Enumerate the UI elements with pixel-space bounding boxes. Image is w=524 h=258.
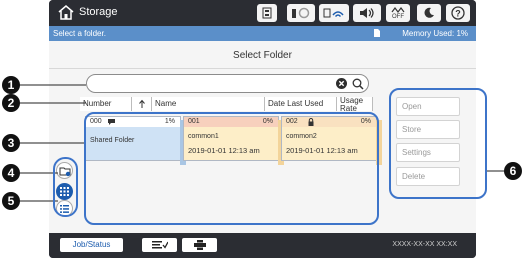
printer-status-button[interactable] (182, 238, 217, 252)
volume-icon[interactable] (353, 4, 381, 22)
comment-icon (108, 119, 115, 125)
sort-ascending-icon (139, 99, 145, 108)
folder-name: common1 (188, 133, 219, 140)
folder-tile-001[interactable]: 001 0% common1 2019-01-01 12:13 am (183, 116, 284, 165)
main-content: Select Folder Number Name Date Last Used… (49, 41, 476, 233)
folder-date: 2019-01-01 12:13 am (286, 146, 358, 155)
help-icon[interactable]: ? (446, 4, 470, 22)
settings-button[interactable]: Settings (396, 143, 460, 162)
column-header-row: Number Name Date Last Used Usage Rate (80, 97, 373, 111)
folder-usage: 1% (164, 118, 175, 125)
info-bar: Select a folder. Memory Used: 1% (49, 26, 476, 41)
device-panel: Storage OFF ? Select a folder. Memory Us… (0, 0, 524, 258)
delete-button[interactable]: Delete (396, 167, 460, 186)
column-number[interactable]: Number (80, 97, 132, 111)
action-button-panel: Open Store Settings Delete (392, 94, 470, 199)
column-date-last-used[interactable]: Date Last Used (265, 97, 337, 111)
column-usage-rate[interactable]: Usage Rate (337, 97, 373, 111)
folder-date: 2019-01-01 12:13 am (188, 146, 260, 155)
folder-name: Shared Folder (90, 137, 135, 144)
callout-5: 5 (2, 192, 20, 210)
callout-4: 4 (2, 164, 20, 182)
folder-number: 002 (286, 118, 298, 125)
shared-folder-settings-icon (59, 167, 70, 176)
job-status-button[interactable]: Job/Status (60, 238, 123, 252)
list-view-icon (60, 204, 69, 213)
home-icon[interactable] (58, 5, 74, 20)
callout-6: 6 (504, 162, 522, 180)
network-status-icon[interactable] (287, 4, 315, 22)
tile-view-icon (60, 187, 69, 196)
callout-2: 2 (2, 94, 20, 112)
folder-tile-000[interactable]: 000 1% Shared Folder (85, 116, 186, 165)
folder-usage: 0% (262, 118, 273, 125)
tile-view-button[interactable] (56, 183, 73, 200)
store-button[interactable]: Store (396, 120, 460, 139)
sort-button[interactable] (132, 97, 152, 111)
folder-tile-002[interactable]: 002 0% common2 2019-01-01 12:13 am (281, 116, 382, 165)
callout-1: 1 (2, 76, 20, 94)
quiet-mode-label: OFF (392, 13, 404, 20)
quiet-mode-off-icon[interactable]: OFF (386, 4, 410, 22)
title-bar: Storage OFF ? (49, 0, 476, 26)
folder-name: common2 (286, 133, 317, 140)
shared-folder-settings-button[interactable] (56, 162, 73, 179)
clear-icon[interactable] (336, 78, 347, 89)
folder-tile-edge (376, 120, 382, 165)
search-input[interactable] (86, 74, 369, 93)
folder-usage: 0% (360, 118, 371, 125)
column-name[interactable]: Name (152, 97, 265, 111)
memory-card-icon (374, 29, 380, 37)
printer-icon (193, 240, 206, 250)
control-panel-screen: Storage OFF ? Select a folder. Memory Us… (49, 0, 476, 258)
title-divider (49, 68, 476, 69)
page-title: Select Folder (233, 50, 292, 61)
date-time: XXXX-XX-XX XX:XX (392, 241, 457, 248)
job-list-icon (151, 241, 168, 249)
info-message: Select a folder. (53, 29, 106, 38)
search-icon[interactable] (352, 78, 364, 90)
list-view-button[interactable] (56, 200, 73, 217)
job-list-button[interactable] (142, 238, 177, 252)
lock-icon (308, 118, 314, 126)
folder-number: 000 (90, 118, 102, 125)
open-button[interactable]: Open (396, 97, 460, 116)
sleep-icon[interactable] (417, 4, 441, 22)
bottom-bar: Job/Status XXXX-XX-XX XX:XX (49, 233, 476, 258)
memory-used: Memory Used: 1% (402, 29, 468, 38)
callout-3: 3 (2, 134, 20, 152)
app-title: Storage (79, 6, 118, 18)
folder-number: 001 (188, 118, 200, 125)
svg-text:?: ? (455, 9, 461, 19)
wifi-direct-icon[interactable] (319, 4, 349, 22)
ink-icon[interactable] (257, 4, 277, 22)
